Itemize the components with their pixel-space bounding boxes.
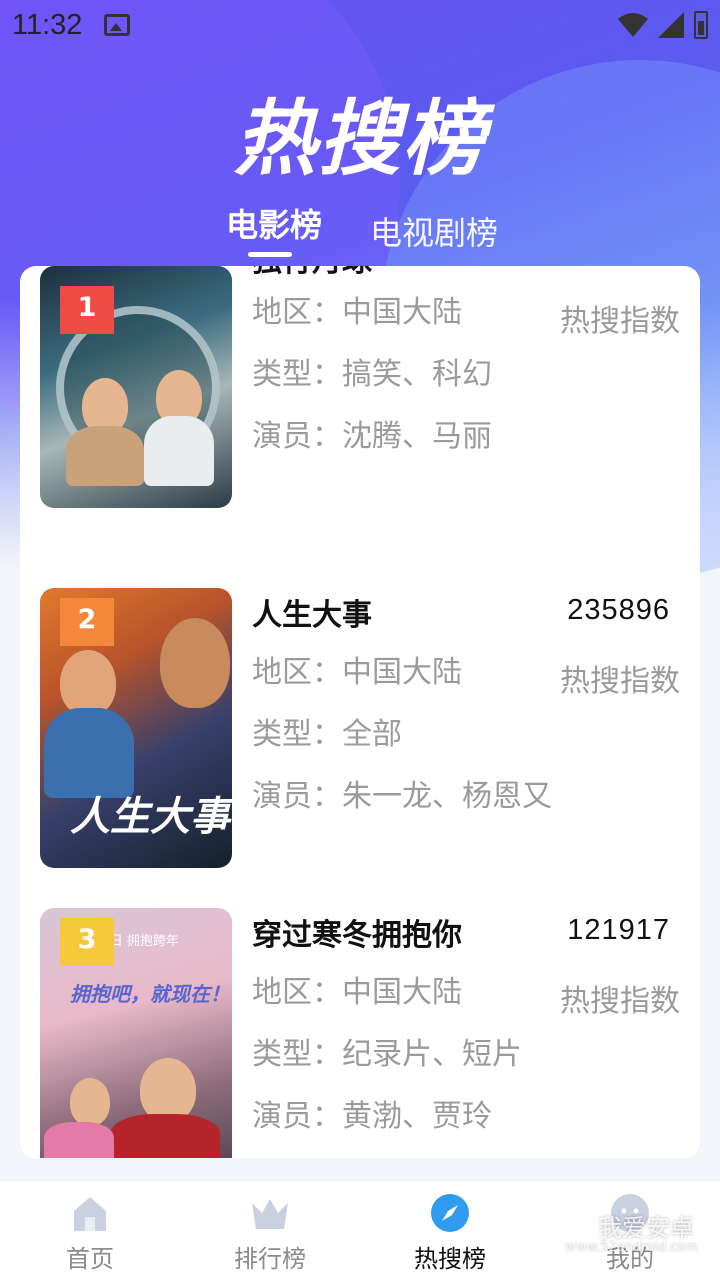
signal-icon	[658, 12, 684, 38]
poster-art	[60, 650, 116, 716]
movie-cast: 演员：朱一龙、杨恩又	[252, 779, 552, 814]
movie-cast: 演员：沈腾、马丽	[252, 419, 492, 454]
movie-title: 人生大事	[252, 598, 372, 633]
movie-genre: 类型：全部	[252, 717, 402, 752]
movie-genre: 类型：纪录片、短片	[252, 1037, 522, 1072]
home-icon	[74, 1197, 106, 1231]
tabbar-item-ranking[interactable]: 排行榜	[180, 1181, 360, 1280]
movie-cast: 演员：黄渤、贾玲	[252, 1099, 492, 1134]
rank-badge: 3	[60, 918, 114, 966]
poster-art	[144, 416, 214, 486]
status-bar: 11:32	[0, 0, 720, 50]
battery-icon	[694, 11, 708, 39]
tab-active-indicator	[248, 252, 292, 257]
status-icons	[618, 11, 708, 39]
poster-art: 拥抱吧，就现在！	[70, 982, 230, 1006]
poster-art: 人生大事	[70, 794, 230, 840]
tab-tv-series[interactable]: 电视剧榜	[370, 208, 498, 254]
status-time: 11:32	[12, 8, 83, 41]
poster-art	[160, 618, 230, 708]
image-notification-icon	[104, 14, 131, 36]
movie-region: 地区：中国大陆	[252, 295, 462, 330]
poster-art	[70, 1078, 110, 1126]
crown-icon	[252, 1199, 288, 1229]
poster-art	[110, 1114, 220, 1158]
poster-art	[44, 1122, 114, 1158]
page-title: 热搜榜	[234, 92, 486, 187]
rank-badge: 2	[60, 598, 114, 646]
hot-index-label: 热搜指数	[560, 984, 680, 1019]
tabbar-label: 热搜榜	[414, 1245, 486, 1273]
compass-icon	[431, 1194, 469, 1232]
hot-score: 804695	[567, 266, 670, 271]
list-item[interactable]: 31日 拥抱跨年 拥抱吧，就现在！ 穿过寒冬拥抱你 121917 地区：中国大陆…	[20, 908, 700, 1158]
hot-score: 235896	[567, 594, 670, 626]
hot-score: 121917	[567, 914, 670, 946]
tab-movies[interactable]: 电影榜	[226, 200, 322, 246]
movie-title: 穿过寒冬拥抱你	[252, 918, 462, 953]
watermark-url: www.52android.com	[565, 1240, 698, 1255]
hot-index-label: 热搜指数	[560, 304, 680, 339]
wifi-icon	[618, 13, 648, 37]
movie-region: 地区：中国大陆	[252, 975, 462, 1010]
poster-art	[140, 1058, 196, 1122]
poster-art	[66, 426, 144, 486]
watermark: 我爱安卓	[598, 1214, 694, 1242]
category-tabs: 电影榜 电视剧榜	[0, 200, 720, 260]
list-item[interactable]: 人生大事 人生大事 235896 地区：中国大陆 热搜指数 类型：全部 演员：朱…	[20, 588, 700, 888]
movie-genre: 类型：搞笑、科幻	[252, 357, 492, 392]
tabbar-label: 排行榜	[234, 1245, 306, 1273]
movie-title: 独行月球	[252, 266, 372, 280]
tabbar-item-hot-search[interactable]: 热搜榜	[360, 1181, 540, 1280]
list-item[interactable]: 独行月球 804695 地区：中国大陆 热搜指数 类型：搞笑、科幻 演员：沈腾、…	[20, 266, 700, 526]
tabbar-label: 首页	[66, 1245, 114, 1273]
tabbar-item-home[interactable]: 首页	[0, 1181, 180, 1280]
hot-index-label: 热搜指数	[560, 664, 680, 699]
ranking-list: 独行月球 804695 地区：中国大陆 热搜指数 类型：搞笑、科幻 演员：沈腾、…	[20, 266, 700, 1158]
movie-region: 地区：中国大陆	[252, 655, 462, 690]
rank-badge: 1	[60, 286, 114, 334]
